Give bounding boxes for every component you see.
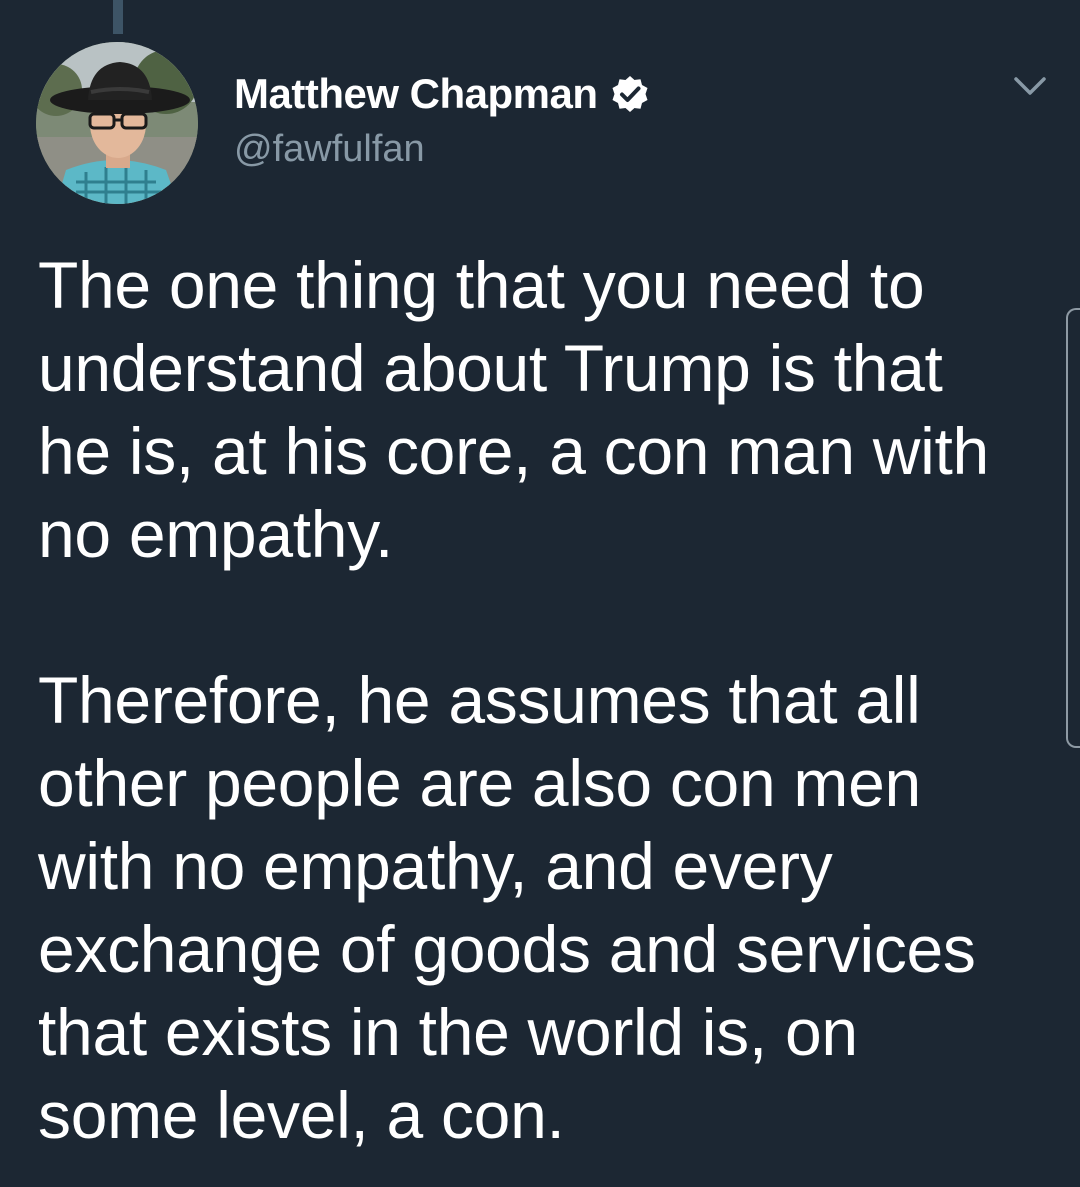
profile-photo-icon bbox=[36, 42, 198, 204]
author-handle[interactable]: @fawfulfan bbox=[234, 128, 425, 171]
chevron-down-icon[interactable] bbox=[1010, 70, 1050, 104]
author-display-name[interactable]: Matthew Chapman bbox=[234, 70, 598, 118]
thread-connector-line bbox=[113, 0, 123, 34]
scrollbar[interactable] bbox=[1066, 308, 1080, 748]
tweet-text: The one thing that you need to understan… bbox=[38, 248, 989, 1152]
verified-badge-icon bbox=[610, 74, 650, 114]
avatar[interactable] bbox=[36, 42, 198, 204]
